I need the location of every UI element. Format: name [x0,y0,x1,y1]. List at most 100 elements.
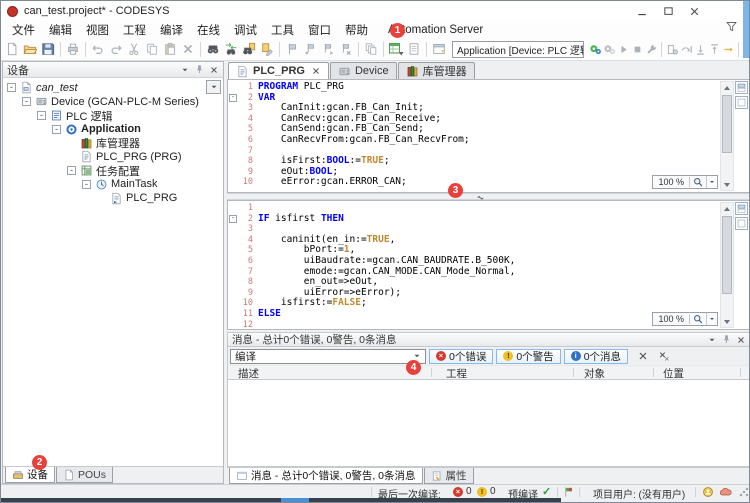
maximize-button[interactable] [655,3,681,19]
step-over-icon[interactable] [679,40,693,58]
undo-icon[interactable] [89,40,107,58]
collapse-expander-icon[interactable]: - [82,180,91,189]
zoom-level[interactable]: 100 % [653,177,690,187]
bookmark-next-icon[interactable] [319,40,337,58]
stop-icon[interactable] [630,40,644,58]
split-view-top-button[interactable] [735,202,748,215]
find-in-project-icon[interactable] [240,40,258,58]
tree-item-plc-prg-call[interactable]: PLC_PRG [3,191,223,205]
magnifier-icon[interactable] [690,313,707,325]
tree-item-library-manager[interactable]: 库管理器 [3,136,223,150]
active-application-combo[interactable]: Application [Device: PLC 逻辑] [452,41,584,58]
collapse-fold-icon[interactable]: - [229,215,237,223]
tab-plc-prg[interactable]: PLC_PRG [228,62,329,79]
scroll-up-icon[interactable] [721,203,733,214]
menu-edit[interactable]: 编辑 [42,22,79,38]
tab-library-manager[interactable]: 库管理器 [398,62,475,79]
collapse-fold-icon[interactable]: - [229,94,237,102]
filter-warnings-button[interactable]: !0个警告 [496,349,560,364]
tab-messages[interactable]: 消息 - 总计0个错误, 0警告, 0条消息 [229,468,423,484]
single-cycle-icon[interactable] [644,40,658,58]
step-into-icon[interactable] [693,40,707,58]
tab-properties[interactable]: 属性 [424,468,474,484]
menu-project[interactable]: 工程 [116,22,153,38]
filter-errors-button[interactable]: ×0个错误 [429,349,493,364]
scroll-down-icon[interactable] [721,179,733,190]
logout-icon[interactable] [602,40,616,58]
new-breakpoint-icon[interactable] [665,40,679,58]
pin-icon[interactable] [721,334,732,345]
clear-all-messages-icon[interactable] [658,350,670,362]
clear-messages-icon[interactable] [637,350,649,362]
find-icon[interactable] [204,40,222,58]
editor-splitter[interactable] [227,193,750,200]
implementation-editor[interactable]: 1-2IF isfirst THEN34 caninit(en_in:=TRUE… [227,200,750,330]
message-category-combo[interactable]: 编译 [230,349,426,364]
collapse-expander-icon[interactable]: - [7,83,16,92]
tab-device[interactable]: Device [330,62,397,79]
menu-build[interactable]: 编译 [153,22,190,38]
cut-icon[interactable] [125,40,143,58]
tree-item-device[interactable]: -Device (GCAN-PLC-M Series) [3,95,223,109]
tab-pous[interactable]: POUs [56,467,113,483]
replace-icon[interactable] [222,40,240,58]
messages-list[interactable] [227,380,750,467]
menu-debug[interactable]: 调试 [227,22,264,38]
menu-view[interactable]: 视图 [79,22,116,38]
declaration-editor[interactable]: 1PROGRAM PLC_PRG-2VAR3 CanInit:gcan.FB_C… [227,79,750,193]
close-icon[interactable] [736,335,746,345]
tree-item-maintask[interactable]: -MainTask [3,178,223,192]
split-view-bottom-button[interactable] [735,96,748,109]
collapse-expander-icon[interactable]: - [67,166,76,175]
magnifier-icon[interactable] [690,176,707,188]
column-object[interactable]: 对象 [584,366,605,381]
resize-grip[interactable] [739,487,749,497]
copy-all-icon[interactable] [362,40,380,58]
menu-window[interactable]: 窗口 [301,22,338,38]
tree-item-plc-logic[interactable]: -PLC 逻辑 [3,109,223,123]
chevron-down-icon[interactable] [180,65,190,75]
copy-icon[interactable] [143,40,161,58]
tree-item-task-configuration[interactable]: -任务配置 [3,164,223,178]
profile-dropdown-icon[interactable] [387,40,405,58]
save-icon[interactable] [39,40,57,58]
menu-tools[interactable]: 工具 [264,22,301,38]
scroll-up-icon[interactable] [721,82,733,93]
close-icon[interactable] [209,65,219,75]
redo-icon[interactable] [107,40,125,58]
new-file-icon[interactable] [3,40,21,58]
bookmark-prev-icon[interactable] [301,40,319,58]
zoom-level[interactable]: 100 % [653,314,690,324]
close-tab-icon[interactable] [311,66,321,76]
tree-item-can-test[interactable]: -can_test [3,81,223,95]
menu-file[interactable]: 文件 [5,22,42,38]
scroll-thumb[interactable] [722,95,732,153]
menu-online[interactable]: 在线 [190,22,227,38]
collapse-expander-icon[interactable]: - [52,125,61,134]
close-button[interactable] [681,3,707,19]
bookmark-toggle-icon[interactable] [283,40,301,58]
collapse-expander-icon[interactable]: - [22,97,31,106]
filter-funnel-icon[interactable] [725,20,739,34]
user-status-icon[interactable] [702,486,714,498]
split-view-bottom-button[interactable] [735,217,748,230]
collapse-expander-icon[interactable]: - [37,111,46,120]
replace-in-project-icon[interactable] [258,40,276,58]
new-window-icon[interactable] [430,40,448,58]
column-description[interactable]: 描述 [238,366,259,381]
properties-icon[interactable] [405,40,423,58]
delete-icon[interactable] [179,40,197,58]
menu-help[interactable]: 帮助 [338,22,375,38]
scroll-down-icon[interactable] [721,316,733,327]
chevron-down-icon[interactable] [707,335,717,345]
filter-infos-button[interactable]: i0个消息 [564,349,628,364]
chevron-down-icon[interactable] [707,315,717,323]
vertical-scrollbar[interactable] [720,81,734,191]
start-icon[interactable] [616,40,630,58]
column-project[interactable]: 工程 [446,366,467,381]
split-view-top-button[interactable] [735,81,748,94]
tree-dropdown-button[interactable] [206,80,221,94]
open-file-icon[interactable] [21,40,39,58]
bookmark-clear-icon[interactable] [337,40,355,58]
cloud-status-icon[interactable] [719,486,732,499]
